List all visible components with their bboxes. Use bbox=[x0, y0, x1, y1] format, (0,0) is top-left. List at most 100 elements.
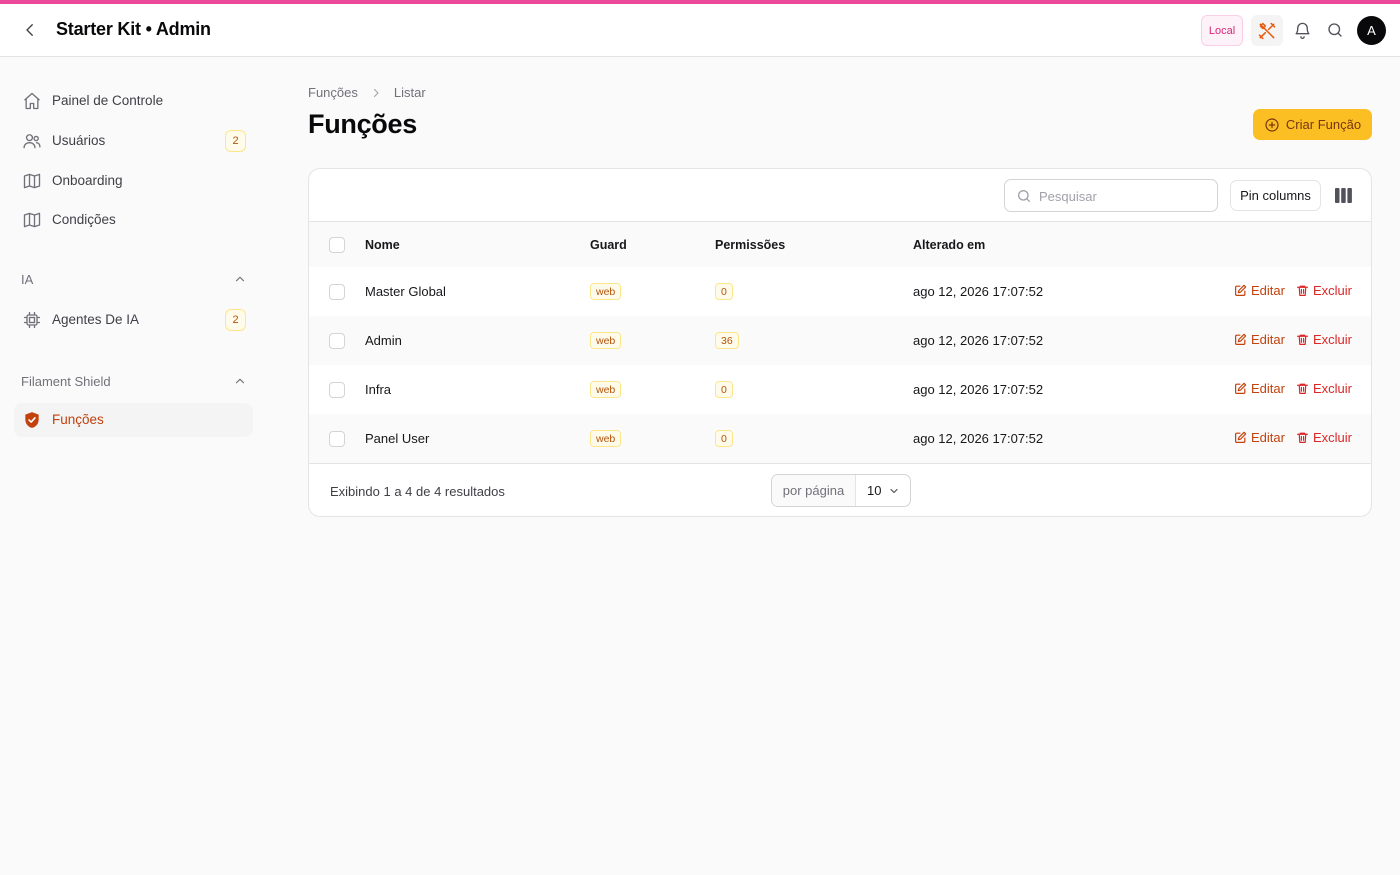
edit-button[interactable]: Editar bbox=[1234, 381, 1285, 396]
trash-icon bbox=[1297, 334, 1308, 345]
map-icon bbox=[22, 171, 42, 191]
delete-label: Excluir bbox=[1313, 283, 1353, 298]
sidebar-group-filament-shield[interactable]: Filament Shield bbox=[21, 371, 247, 391]
edit-button[interactable]: Editar bbox=[1234, 332, 1285, 347]
permissions-count-badge: 0 bbox=[715, 283, 733, 300]
pencil-square-icon bbox=[1235, 333, 1247, 345]
column-header-permissions[interactable]: Permissões bbox=[715, 238, 785, 252]
delete-button[interactable]: Excluir bbox=[1296, 283, 1352, 298]
chevron-up-icon bbox=[235, 378, 245, 384]
per-page-select: por página 10 bbox=[771, 474, 911, 507]
edit-label: Editar bbox=[1251, 430, 1285, 445]
page-title: Funções bbox=[308, 109, 417, 139]
create-role-button[interactable]: Criar Função bbox=[1253, 109, 1372, 140]
updated-at: ago 12, 2026 17:07:52 bbox=[913, 431, 1044, 446]
chevron-left-icon bbox=[26, 24, 33, 36]
dev-tools-button[interactable] bbox=[1251, 15, 1283, 46]
home-icon bbox=[22, 91, 42, 111]
trash-icon bbox=[1297, 285, 1308, 296]
guard-badge: web bbox=[590, 332, 622, 349]
row-checkbox[interactable] bbox=[329, 431, 345, 447]
table-row: Infra web 0 ago 12, 2026 17:07:52 Editar… bbox=[309, 365, 1371, 414]
chevron-down-icon bbox=[890, 488, 898, 493]
guard-badge: web bbox=[590, 430, 622, 447]
trash-icon bbox=[1297, 432, 1308, 443]
chevron-right-icon bbox=[370, 87, 382, 99]
sidebar-group-label: Filament Shield bbox=[21, 373, 111, 389]
delete-button[interactable]: Excluir bbox=[1296, 381, 1352, 396]
per-page-value: 10 bbox=[867, 483, 882, 498]
user-avatar[interactable]: A bbox=[1357, 16, 1386, 45]
view-columns-icon bbox=[1334, 187, 1352, 203]
role-name: Admin bbox=[365, 333, 402, 348]
delete-label: Excluir bbox=[1313, 381, 1353, 396]
plus-circle-icon bbox=[1265, 117, 1279, 132]
updated-at: ago 12, 2026 17:07:52 bbox=[913, 333, 1044, 348]
column-header-name[interactable]: Nome bbox=[365, 238, 400, 252]
column-toggle-button[interactable] bbox=[1333, 185, 1353, 205]
wrench-screwdriver-icon bbox=[1258, 22, 1276, 39]
role-name: Master Global bbox=[365, 284, 446, 299]
guard-badge: web bbox=[590, 283, 622, 300]
sidebar-group-label: IA bbox=[21, 271, 34, 287]
back-button[interactable] bbox=[18, 18, 42, 42]
delete-button[interactable]: Excluir bbox=[1296, 332, 1352, 347]
search-icon bbox=[1018, 190, 1030, 202]
permissions-count-badge: 0 bbox=[715, 430, 733, 447]
delete-button[interactable]: Excluir bbox=[1296, 430, 1352, 445]
sidebar-item-conditions[interactable]: Condições bbox=[14, 203, 253, 237]
role-name: Panel User bbox=[365, 431, 430, 446]
shield-check-icon bbox=[22, 410, 42, 430]
updated-at: ago 12, 2026 17:07:52 bbox=[913, 284, 1044, 299]
table-footer: Exibindo 1 a 4 de 4 resultados por págin… bbox=[309, 463, 1371, 516]
users-icon bbox=[22, 131, 42, 151]
search-input[interactable] bbox=[1039, 186, 1209, 206]
breadcrumb-link[interactable]: Funções bbox=[308, 85, 358, 100]
guard-badge: web bbox=[590, 381, 622, 398]
role-name: Infra bbox=[365, 382, 392, 397]
updated-at: ago 12, 2026 17:07:52 bbox=[913, 382, 1044, 397]
count-badge: 2 bbox=[225, 130, 246, 152]
chevron-up-icon bbox=[235, 276, 245, 282]
table-row: Admin web 36 ago 12, 2026 17:07:52 Edita… bbox=[309, 316, 1371, 365]
edit-label: Editar bbox=[1251, 332, 1285, 347]
edit-label: Editar bbox=[1251, 283, 1285, 298]
row-checkbox[interactable] bbox=[329, 333, 345, 349]
permissions-count-badge: 0 bbox=[715, 381, 733, 398]
per-page-dropdown[interactable]: 10 bbox=[856, 475, 910, 506]
env-badge: Local bbox=[1201, 15, 1243, 46]
notifications-button[interactable] bbox=[1290, 18, 1314, 42]
sidebar-item-users[interactable]: Usuários 2 bbox=[14, 124, 253, 158]
sidebar-item-label: Painel de Controle bbox=[52, 93, 164, 108]
create-role-label: Criar Função bbox=[1285, 117, 1362, 132]
sidebar-item-roles[interactable]: Funções bbox=[14, 403, 253, 437]
global-search-button[interactable] bbox=[1323, 18, 1347, 42]
sidebar-item-label: Funções bbox=[52, 412, 104, 427]
table-row: Master Global web 0 ago 12, 2026 17:07:5… bbox=[309, 267, 1371, 316]
pencil-square-icon bbox=[1235, 382, 1247, 394]
edit-button[interactable]: Editar bbox=[1234, 283, 1285, 298]
table-search bbox=[1004, 179, 1218, 212]
sidebar-item-onboarding[interactable]: Onboarding bbox=[14, 164, 253, 198]
top-bar: Starter Kit • Admin Local A bbox=[0, 4, 1400, 57]
edit-label: Editar bbox=[1251, 381, 1285, 396]
column-header-guard[interactable]: Guard bbox=[590, 238, 627, 252]
sidebar-item-label: Agentes De IA bbox=[52, 312, 140, 327]
select-all-checkbox[interactable] bbox=[329, 237, 345, 253]
pencil-square-icon bbox=[1235, 431, 1247, 443]
map-icon bbox=[22, 210, 42, 230]
column-header-updated[interactable]: Alterado em bbox=[913, 238, 985, 252]
delete-label: Excluir bbox=[1313, 430, 1353, 445]
row-checkbox[interactable] bbox=[329, 284, 345, 300]
per-page-label: por página bbox=[772, 475, 856, 506]
sidebar-item-label: Usuários bbox=[52, 133, 106, 148]
sidebar-item-ai-agents[interactable]: Agentes De IA 2 bbox=[14, 303, 253, 337]
delete-label: Excluir bbox=[1313, 332, 1353, 347]
row-checkbox[interactable] bbox=[329, 382, 345, 398]
pin-columns-button[interactable]: Pin columns bbox=[1230, 180, 1321, 211]
sidebar-group-ia[interactable]: IA bbox=[21, 269, 247, 289]
app-title: Starter Kit • Admin bbox=[56, 19, 211, 39]
sidebar-item-dashboard[interactable]: Painel de Controle bbox=[14, 84, 253, 118]
search-icon bbox=[1328, 23, 1342, 37]
edit-button[interactable]: Editar bbox=[1234, 430, 1285, 445]
